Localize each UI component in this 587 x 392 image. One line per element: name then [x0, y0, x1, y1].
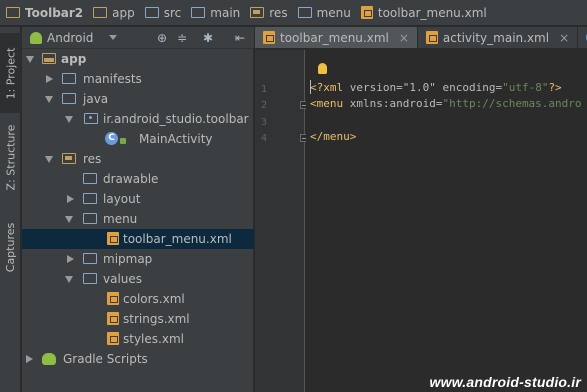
tab-captures[interactable]: Captures: [0, 215, 21, 279]
folder-icon: [83, 253, 97, 264]
tree-item-java[interactable]: java: [22, 89, 254, 109]
chevron-right-icon[interactable]: [26, 355, 33, 363]
tab-activity-main-xml[interactable]: activity_main.xml ×: [418, 27, 579, 48]
module-folder-icon: [93, 7, 108, 18]
folder-icon: [83, 273, 97, 284]
folder-icon: [191, 7, 206, 18]
editor-gutter: 1 2 3 4: [255, 50, 308, 392]
breadcrumb-toolbar2[interactable]: Toolbar2: [0, 0, 87, 25]
tree-item-menu[interactable]: menu: [22, 209, 254, 229]
package-icon: [84, 113, 98, 124]
folder-icon: [83, 193, 97, 204]
line-number: 3: [260, 117, 267, 128]
hide-panel-icon[interactable]: ⇤: [234, 32, 246, 44]
breadcrumb-res[interactable]: res: [244, 0, 291, 25]
breadcrumb-menu[interactable]: menu: [292, 0, 355, 25]
tree-item-drawable[interactable]: drawable: [22, 169, 254, 189]
xml-file-icon: [107, 292, 119, 305]
folder-icon: [62, 73, 76, 84]
collapse-all-icon[interactable]: ≑: [176, 32, 188, 44]
folder-icon: [83, 213, 97, 224]
tree-item-app[interactable]: app: [22, 49, 254, 69]
code-line-2: <menu xmlns:android="http://schemas.andr…: [310, 97, 582, 110]
view-mode-selector[interactable]: Android: [47, 31, 93, 45]
navigation-breadcrumb: Toolbar2 app src main res menu toolbar_m…: [0, 0, 587, 26]
xml-file-icon: [107, 332, 119, 345]
close-icon[interactable]: ×: [399, 31, 409, 45]
breadcrumb-src[interactable]: src: [139, 0, 186, 25]
res-folder-icon: [62, 153, 76, 164]
lock-icon: [120, 138, 126, 144]
chevron-down-icon[interactable]: [45, 156, 53, 163]
tree-item-styles-xml[interactable]: styles.xml: [22, 329, 254, 349]
tree-item-strings-xml[interactable]: strings.xml: [22, 309, 254, 329]
chevron-right-icon[interactable]: [46, 75, 53, 83]
project-panel-header: Android ⊕ ≑ ✱ ⇤: [22, 27, 254, 49]
line-number: 2: [260, 100, 267, 111]
gradle-icon: [42, 353, 56, 365]
project-tree: app manifests java ir.android_studio.too…: [22, 49, 254, 392]
class-icon: C: [105, 132, 118, 145]
android-icon: [30, 31, 42, 44]
folder-icon: [62, 93, 76, 104]
tree-item-mainactivity[interactable]: C MainActivity: [22, 129, 254, 149]
chevron-down-icon[interactable]: [45, 96, 53, 103]
chevron-down-icon[interactable]: [65, 216, 73, 223]
folder-icon: [83, 173, 97, 184]
xml-file-icon: [107, 312, 119, 325]
tab-toolbar-menu-xml[interactable]: toolbar_menu.xml ×: [255, 27, 418, 48]
tool-window-strip: 1: Project Z: Structure Captures: [0, 27, 21, 392]
chevron-right-icon[interactable]: [67, 255, 74, 263]
tree-item-manifests[interactable]: manifests: [22, 69, 254, 89]
xml-file-icon: [425, 31, 438, 44]
xml-file-icon: [107, 232, 119, 245]
tree-item-colors-xml[interactable]: colors.xml: [22, 289, 254, 309]
chevron-down-icon[interactable]: [65, 276, 73, 283]
tab-mainactivity[interactable]: C Ma: [578, 27, 587, 48]
xml-file-icon: [360, 6, 373, 19]
tree-item-mipmap[interactable]: mipmap: [22, 249, 254, 269]
app-module-icon: [42, 53, 56, 64]
tree-item-values[interactable]: values: [22, 269, 254, 289]
breadcrumb-main[interactable]: main: [185, 0, 244, 25]
breadcrumb-app[interactable]: app: [87, 0, 139, 25]
gear-icon[interactable]: ✱: [202, 32, 214, 44]
tab-project[interactable]: 1: Project: [0, 33, 21, 113]
folder-icon: [297, 7, 312, 18]
res-folder-icon: [250, 7, 265, 18]
code-line-4: </menu>: [310, 130, 357, 143]
chevron-down-icon[interactable]: [109, 35, 118, 40]
chevron-down-icon[interactable]: [65, 116, 73, 123]
tree-item-res[interactable]: res: [22, 149, 254, 169]
text-caret: [310, 80, 311, 94]
code-editor[interactable]: <?xml version="1.0" encoding="utf-8"?> <…: [306, 50, 587, 392]
xml-file-icon: [263, 31, 275, 44]
watermark: www.android-studio.ir: [429, 374, 581, 390]
editor-tab-bar: toolbar_menu.xml × activity_main.xml × C…: [255, 27, 587, 49]
module-folder-icon: [6, 7, 20, 18]
lightbulb-icon[interactable]: [318, 63, 327, 74]
tree-item-toolbar-menu-xml[interactable]: toolbar_menu.xml: [22, 229, 254, 249]
tree-item-layout[interactable]: layout: [22, 189, 254, 209]
line-number: 4: [260, 133, 267, 144]
tree-item-package[interactable]: ir.android_studio.toolbar: [22, 109, 254, 129]
close-icon[interactable]: ×: [559, 31, 569, 45]
chevron-right-icon[interactable]: [67, 195, 74, 203]
tree-item-gradle-scripts[interactable]: Gradle Scripts: [22, 349, 254, 369]
chevron-down-icon[interactable]: [26, 56, 34, 63]
tab-structure[interactable]: Z: Structure: [0, 117, 21, 197]
breadcrumb-toolbar-menu-xml[interactable]: toolbar_menu.xml: [355, 0, 491, 25]
scroll-from-source-icon[interactable]: ⊕: [156, 32, 168, 44]
code-line-1: <?xml version="1.0" encoding="utf-8"?>: [310, 81, 562, 94]
folder-icon: [144, 7, 159, 18]
line-number: 1: [260, 84, 267, 95]
